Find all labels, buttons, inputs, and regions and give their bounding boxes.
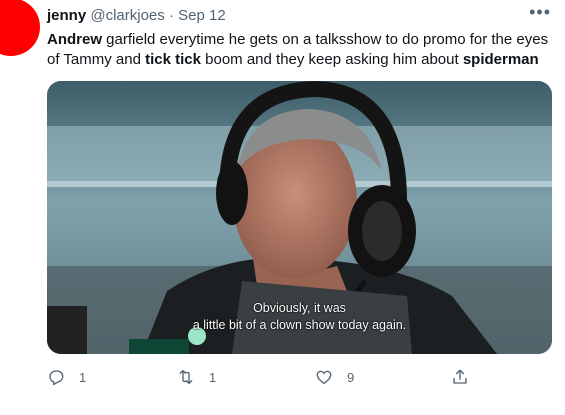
author-name[interactable]: jenny [47,7,86,24]
tweet-text: Andrew garfield everytime he gets on a t… [47,30,552,70]
tweet-text-part: spiderman [462,51,539,68]
share-icon [453,369,467,384]
heart-icon [316,370,332,385]
tweet-header: jenny @clarkjoes · Sep 12 [47,7,226,25]
tweet-date[interactable]: Sep 12 [178,7,226,24]
author-handle[interactable]: @clarkjoes [90,7,164,24]
tweet-media[interactable]: Obviously, it was a little bit of a clow… [47,81,552,354]
reply-icon [49,370,64,386]
tweet-text-part: tick tick [145,51,201,68]
tweet-text-part: Andrew [47,31,103,48]
tweet-actions: 1 1 9 [47,368,477,388]
more-options-icon[interactable]: ••• [529,3,551,21]
retweet-count: 1 [209,369,217,385]
like-button[interactable]: 9 [315,368,354,386]
reply-button[interactable]: 1 [47,368,86,386]
tweet-text-part: boom and they keep asking him about [200,51,463,68]
avatar[interactable] [0,0,40,56]
separator: · [168,7,174,24]
subtitle-line-2: a little bit of a clown show today again… [192,318,407,332]
retweet-icon [179,369,193,385]
reply-count: 1 [79,369,87,385]
retweet-button[interactable]: 1 [177,368,216,386]
like-count: 9 [347,369,355,385]
share-button[interactable] [451,368,469,386]
subtitle-line-1: Obviously, it was [253,301,346,315]
